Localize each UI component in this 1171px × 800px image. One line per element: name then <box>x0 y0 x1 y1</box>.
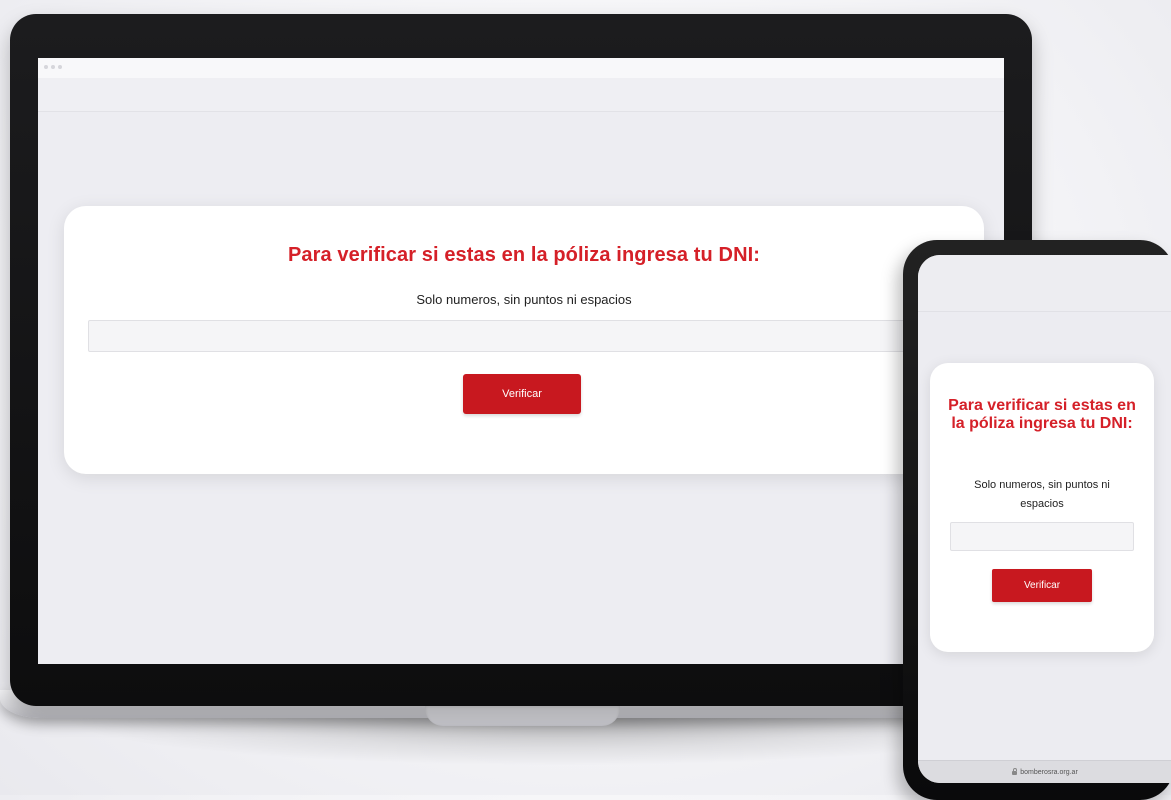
window-close-dot[interactable] <box>44 65 48 69</box>
mobile-dni-instructions: Solo numeros, sin puntos ni espacios <box>974 479 1110 510</box>
mobile-card-title: Para verificar si estas en la póliza ing… <box>948 397 1136 432</box>
mobile-site-header <box>918 255 1171 312</box>
window-minimize-dot[interactable] <box>51 65 55 69</box>
browser-titlebar <box>38 58 1004 79</box>
site-header <box>38 78 1004 112</box>
mobile-dni-verification-card: Para verificar si estas en la póliza ing… <box>930 363 1154 652</box>
laptop-screen: Para verificar si estas en la póliza ing… <box>38 58 1004 664</box>
window-controls <box>44 65 62 69</box>
dni-verification-card: Para verificar si estas en la póliza ing… <box>64 206 984 474</box>
card-title: Para verificar si estas en la póliza ing… <box>287 244 761 266</box>
window-maximize-dot[interactable] <box>58 65 62 69</box>
mobile-url-text: bomberosra.org.ar <box>1020 768 1078 776</box>
dni-input[interactable] <box>88 320 958 352</box>
lock-icon <box>1012 768 1018 775</box>
verify-button[interactable]: Verificar <box>463 374 581 414</box>
phone-screen: Para verificar si estas en la póliza ing… <box>918 255 1171 783</box>
phone-frame: Para verificar si estas en la póliza ing… <box>903 240 1171 800</box>
device-mockup-scene: Para verificar si estas en la póliza ing… <box>0 0 1171 800</box>
mobile-url-bar[interactable]: bomberosra.org.ar <box>918 760 1171 783</box>
mobile-dni-input[interactable] <box>950 522 1134 551</box>
laptop-hinge-notch <box>425 704 620 726</box>
dni-instructions: Solo numeros, sin puntos ni espacios <box>416 292 632 307</box>
mobile-verify-button[interactable]: Verificar <box>992 569 1092 602</box>
